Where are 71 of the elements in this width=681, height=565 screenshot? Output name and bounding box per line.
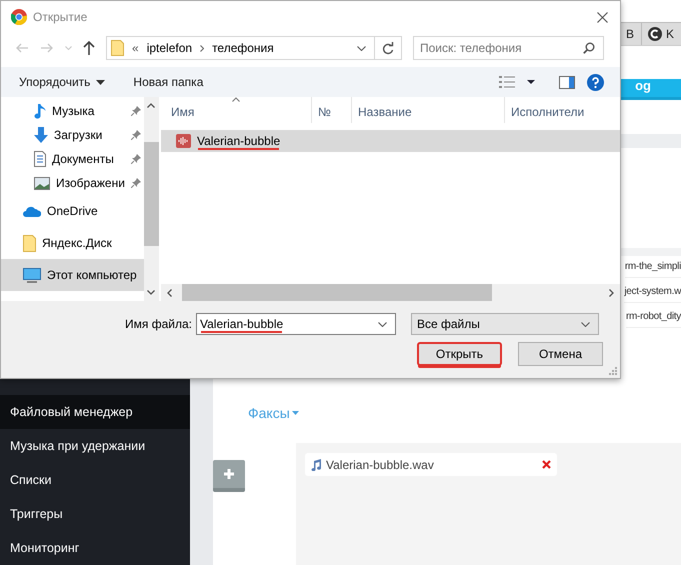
address-bar[interactable]: « iptelefon телефония bbox=[106, 36, 402, 60]
filename-label: Имя файла: bbox=[124, 317, 193, 331]
image-icon bbox=[34, 176, 50, 190]
pin-icon[interactable] bbox=[130, 106, 141, 116]
chevron-down-icon[interactable] bbox=[357, 46, 366, 50]
nav-item[interactable]: Музыка bbox=[1, 99, 144, 123]
column-header[interactable]: Название bbox=[352, 97, 505, 123]
chevron-right-icon[interactable] bbox=[200, 44, 204, 52]
filename-field[interactable]: Valerian-bubble bbox=[196, 313, 396, 335]
horizontal-scrollbar[interactable] bbox=[161, 284, 620, 301]
download-icon bbox=[34, 127, 48, 143]
caret-icon bbox=[292, 411, 299, 415]
cancel-button[interactable]: Отмена bbox=[518, 342, 603, 366]
pin-icon[interactable] bbox=[130, 130, 141, 140]
remove-icon[interactable] bbox=[542, 460, 551, 469]
sidebar-item[interactable]: Музыка при удержании bbox=[0, 429, 190, 463]
music-note-icon bbox=[34, 103, 46, 119]
organize-button[interactable]: Упорядочить bbox=[19, 75, 106, 89]
nav-item[interactable]: Этот компьютер bbox=[1, 259, 144, 291]
file-type-select[interactable]: Все файлы bbox=[411, 313, 599, 335]
folder-icon bbox=[111, 40, 124, 56]
scroll-up-icon[interactable] bbox=[147, 103, 156, 108]
pin-icon[interactable] bbox=[130, 178, 141, 188]
close-icon[interactable] bbox=[597, 12, 608, 22]
search-icon bbox=[583, 42, 595, 54]
search-field[interactable]: Поиск: телефония bbox=[413, 36, 604, 60]
audio-file-icon bbox=[176, 134, 191, 148]
document-icon bbox=[34, 151, 46, 167]
computer-icon bbox=[23, 268, 41, 282]
add-button[interactable] bbox=[213, 460, 245, 492]
resize-grip-icon[interactable] bbox=[609, 367, 617, 375]
app-icon bbox=[648, 27, 662, 41]
nav-item[interactable]: Яндекс.Диск bbox=[1, 227, 144, 259]
nav-item[interactable]: OneDrive bbox=[1, 195, 144, 227]
open-button[interactable]: Открыть bbox=[417, 342, 502, 366]
vertical-scrollbar[interactable] bbox=[144, 97, 159, 301]
file-chip: Valerian-bubble.wav bbox=[305, 453, 557, 476]
preview-pane-icon[interactable] bbox=[559, 76, 575, 88]
view-options-icon[interactable] bbox=[499, 75, 515, 89]
file-row[interactable]: Valerian-bubble bbox=[161, 130, 620, 152]
plus-icon bbox=[224, 469, 234, 479]
sidebar-item[interactable]: Триггеры bbox=[0, 497, 190, 531]
column-header[interactable]: Исполнители bbox=[505, 97, 620, 123]
column-header[interactable]: Имя bbox=[161, 97, 312, 123]
chevron-down-icon[interactable] bbox=[378, 322, 387, 326]
refresh-icon bbox=[382, 42, 394, 54]
browser-logo-icon bbox=[11, 9, 27, 25]
banner-text: og bbox=[635, 79, 651, 95]
sidebar-item[interactable]: Файловый менеджер bbox=[0, 395, 190, 429]
nav-item[interactable]: Загрузки bbox=[1, 123, 144, 147]
nav-item[interactable]: Изображени bbox=[1, 171, 144, 195]
breadcrumb-overflow[interactable]: « bbox=[132, 41, 139, 55]
up-arrow-icon[interactable] bbox=[83, 41, 95, 55]
browser-tab[interactable]: K bbox=[640, 22, 681, 45]
new-folder-button[interactable]: Новая папка bbox=[133, 75, 204, 89]
column-header[interactable]: № bbox=[312, 97, 352, 123]
nav-item[interactable]: Документы bbox=[1, 147, 144, 171]
scroll-down-icon[interactable] bbox=[147, 290, 156, 295]
music-note-icon bbox=[311, 458, 322, 470]
cloud-icon bbox=[23, 206, 41, 216]
folder-icon bbox=[23, 234, 36, 252]
scroll-left-icon[interactable] bbox=[167, 288, 172, 296]
help-icon[interactable] bbox=[587, 74, 604, 90]
breadcrumb-item[interactable]: iptelefon bbox=[146, 41, 192, 55]
dialog-title: Открытие bbox=[33, 10, 88, 24]
chevron-down-icon bbox=[581, 322, 590, 326]
scroll-right-icon[interactable] bbox=[609, 288, 614, 296]
breadcrumb-item[interactable]: телефония bbox=[212, 41, 274, 55]
sidebar-item[interactable]: Списки bbox=[0, 463, 190, 497]
sidebar-item[interactable]: Мониторинг bbox=[0, 531, 190, 565]
pin-icon[interactable] bbox=[130, 154, 141, 164]
